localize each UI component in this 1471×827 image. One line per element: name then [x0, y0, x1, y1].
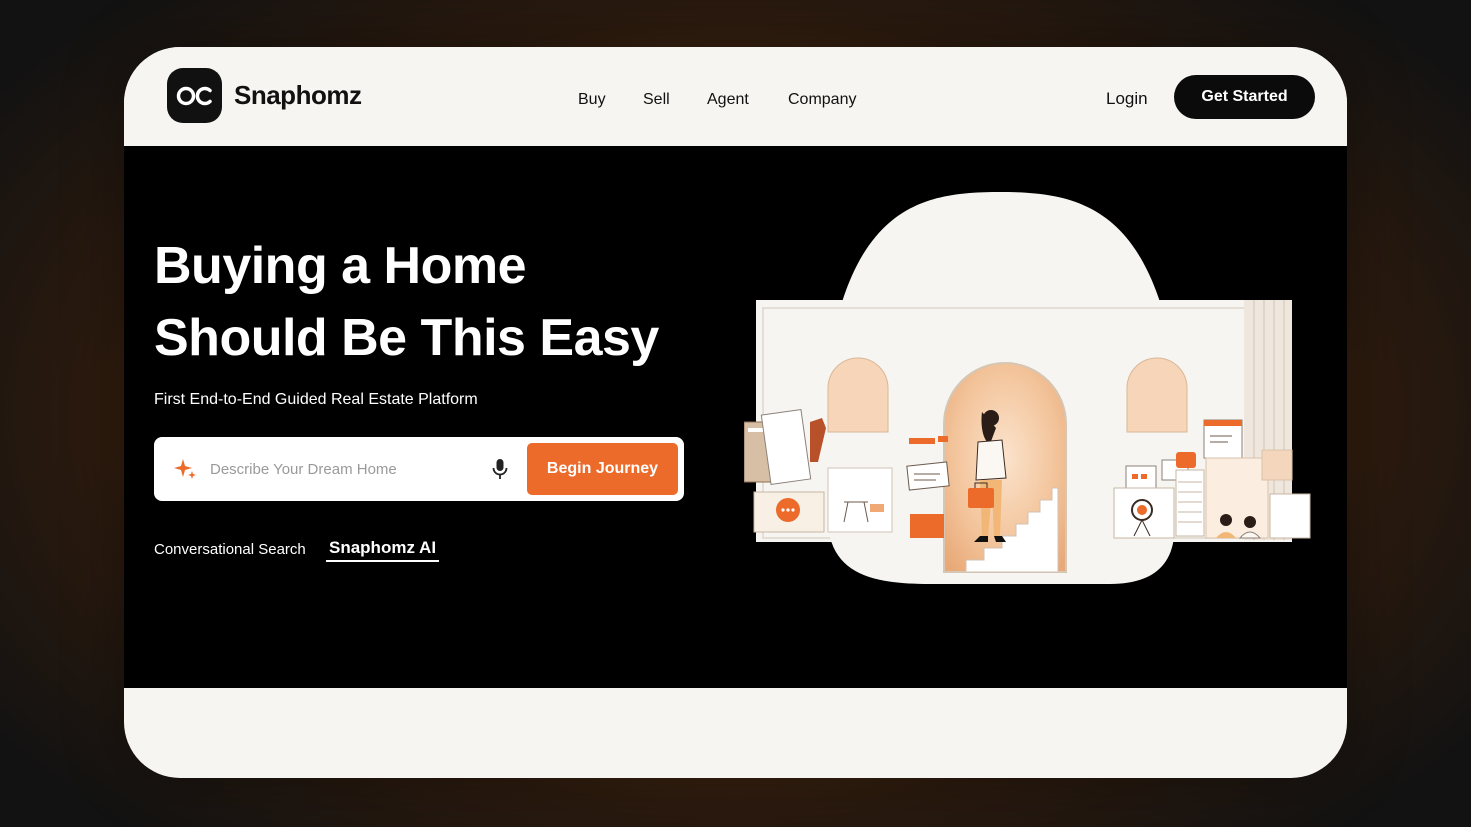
dream-home-search-bar: Begin Journey [154, 437, 684, 501]
logo-mark[interactable] [167, 68, 222, 123]
logo-oc-icon [176, 86, 212, 105]
top-navbar: Snaphomz Buy Sell Agent Company Login Ge… [124, 47, 1347, 146]
hero-section: Buying a Home Should Be This Easy First … [124, 146, 1347, 688]
brand-name[interactable]: Snaphomz [234, 80, 362, 111]
nav-item-company[interactable]: Company [788, 91, 856, 109]
nav-item-buy[interactable]: Buy [578, 91, 606, 109]
get-started-button[interactable]: Get Started [1174, 75, 1315, 119]
nav-item-agent[interactable]: Agent [707, 91, 749, 109]
hero-subtitle: First End-to-End Guided Real Estate Plat… [154, 391, 478, 408]
login-link[interactable]: Login [1106, 89, 1148, 109]
sparkle-icon [174, 459, 196, 479]
nav-item-sell[interactable]: Sell [643, 91, 670, 109]
snaphomz-ai-link[interactable]: Snaphomz AI [326, 538, 440, 562]
begin-journey-button[interactable]: Begin Journey [527, 443, 678, 495]
hero-title-line-2: Should Be This Easy [154, 309, 659, 367]
home-buying-illustration [744, 192, 1311, 584]
hero-title-line-1: Buying a Home [154, 237, 527, 295]
microphone-icon[interactable] [491, 458, 509, 480]
conversational-search-label: Conversational Search [154, 541, 306, 558]
dream-home-search-input[interactable] [210, 453, 480, 485]
browser-frame: Snaphomz Buy Sell Agent Company Login Ge… [124, 47, 1347, 778]
hero-title: Buying a Home Should Be This Easy [154, 230, 714, 374]
